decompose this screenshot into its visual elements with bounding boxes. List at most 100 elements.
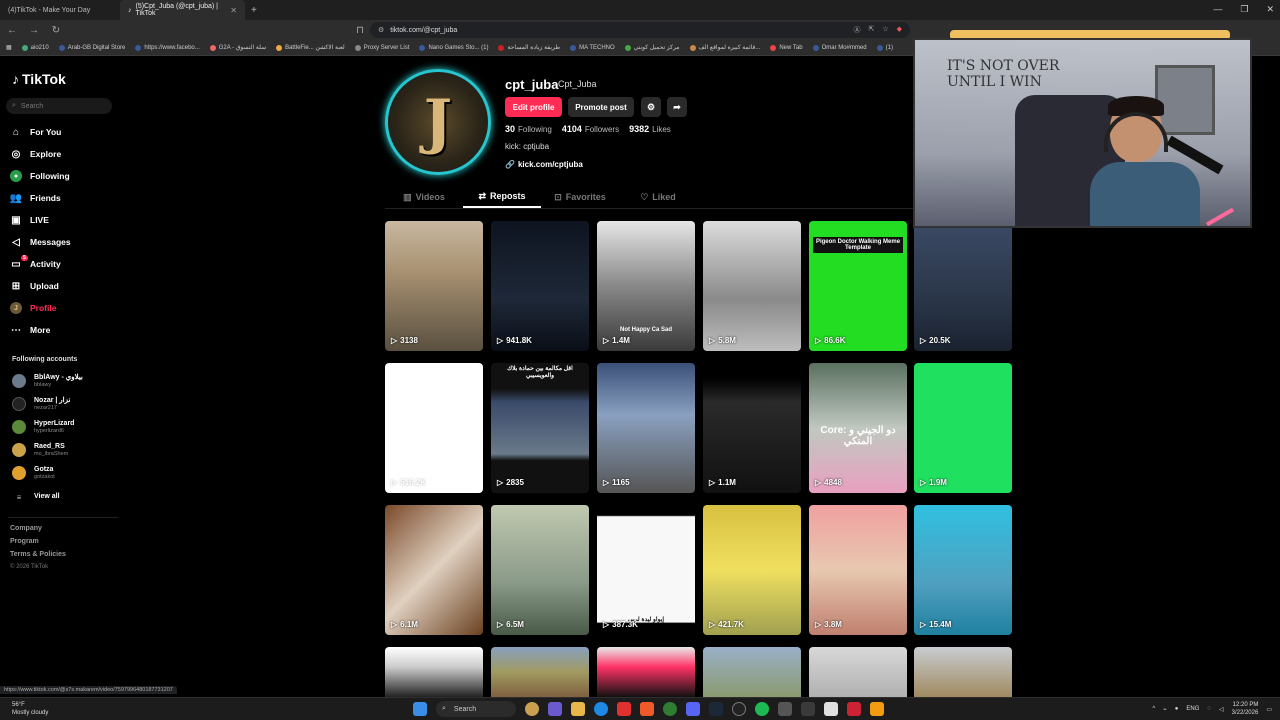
notification-icon[interactable]: ▭ — [1266, 706, 1272, 713]
bookmark-item[interactable]: G2A - سلة التسوق — [209, 44, 266, 51]
nav-friends[interactable]: 👥 Friends — [10, 190, 61, 206]
nav-messages[interactable]: ◁ Messages — [10, 234, 71, 250]
footer-program[interactable]: Program — [10, 538, 39, 545]
nav-explore[interactable]: ◎ Explore — [10, 146, 62, 162]
bookmark-item[interactable]: MA TECHNO — [570, 44, 615, 51]
video-tile[interactable] — [385, 647, 483, 697]
video-tile[interactable]: Not Happy Ca Sad ▷ 1.4M — [597, 221, 695, 351]
search-input[interactable]: ⌕ Search — [6, 98, 112, 114]
nav-live[interactable]: ▣ LIVE — [10, 212, 49, 228]
settings-icon[interactable]: ⚙ — [641, 97, 661, 117]
video-tile[interactable]: ▷ 3.8M — [809, 505, 907, 635]
video-tile[interactable]: اقل مكالمة بين حمادة بلاك والعويسيبي ▷ 283… — [491, 363, 589, 493]
network-icon[interactable]: ⌁ — [1163, 706, 1167, 713]
store-icon[interactable] — [617, 702, 631, 716]
bookmark-item[interactable]: Nano Games Sto... (1) — [419, 44, 488, 51]
tiktok-logo[interactable]: ♪ TikTok — [12, 71, 66, 87]
bookmark-item[interactable]: BattleFie... لعبة الاكشن — [276, 44, 345, 51]
url-bar[interactable]: ⚙ tiktok.com/@cpt_juba Ⓐ ⇱ ☆ ◆ — [370, 22, 910, 38]
edge-icon[interactable] — [594, 702, 608, 716]
video-tile[interactable]: إيواو ليدة لربي ▷ 387.3K — [597, 505, 695, 635]
bookmark-item[interactable]: Proxy Server List — [354, 44, 409, 51]
wifi-icon[interactable]: ◌ — [1207, 706, 1211, 712]
widget-icon[interactable] — [525, 702, 539, 716]
video-tile[interactable]: ▷ 6.5M — [491, 505, 589, 635]
video-tile[interactable]: ▷ 941.8K — [491, 221, 589, 351]
bookmark-item[interactable]: https://www.facebo... — [135, 44, 200, 51]
clock[interactable]: 12:20 PM 3/22/2026 — [1232, 701, 1259, 717]
nav-following[interactable]: ● Following — [10, 168, 70, 184]
xbox-icon[interactable] — [663, 702, 677, 716]
video-tile[interactable]: ▷ 5.8M — [703, 221, 801, 351]
footer-company[interactable]: Company — [10, 525, 42, 532]
browser-tab[interactable]: (4)TikTok - Make Your Day — [0, 0, 120, 20]
video-tile[interactable]: ▷ 15.4M — [914, 505, 1012, 635]
bookmark-item[interactable]: (1) — [876, 44, 893, 51]
tab-videos[interactable]: ▥ Videos — [385, 186, 463, 208]
chrome-icon[interactable] — [824, 702, 838, 716]
footer-terms[interactable]: Terms & Policies — [10, 551, 66, 558]
video-tile[interactable] — [914, 647, 1012, 697]
bookmark-item[interactable]: Arab-GB Digital Store — [58, 44, 125, 51]
close-window-icon[interactable]: ✕ — [1266, 4, 1274, 15]
windows-start-icon[interactable] — [413, 702, 427, 716]
share-profile-icon[interactable]: ➦ — [667, 97, 687, 117]
video-tile[interactable]: Core: دو الجيني و المنكي ▷ 4848 — [809, 363, 907, 493]
share-icon[interactable]: ⇱ — [868, 25, 874, 35]
video-tile[interactable]: ▷ 1165 — [597, 363, 695, 493]
copilot-icon[interactable] — [548, 702, 562, 716]
volume-icon[interactable]: ◁ — [1219, 706, 1224, 713]
video-tile[interactable]: ▷ 516.2K — [385, 363, 483, 493]
mic-icon[interactable]: ● — [1175, 706, 1179, 712]
close-tab-icon[interactable]: ✕ — [230, 6, 237, 15]
tray-chevron-icon[interactable]: ^ — [1152, 706, 1155, 712]
following-stat[interactable]: 30 Following — [505, 124, 552, 134]
following-account[interactable]: Gotza gotzakot — [12, 464, 55, 482]
bookmark-item[interactable]: مركز تحميل كوبتي — [624, 44, 680, 51]
following-account[interactable]: BblAwy - بيلاوي bblawy — [12, 372, 83, 390]
bookmark-item[interactable]: Omar Mo#mmed — [812, 44, 867, 51]
video-tile[interactable] — [703, 647, 801, 697]
video-tile[interactable]: ▷ 6.1M — [385, 505, 483, 635]
nav-upload[interactable]: ⊞ Upload — [10, 278, 59, 294]
video-tile[interactable] — [597, 647, 695, 697]
bookmark-item[interactable]: طريقة زيادة المساحة — [498, 44, 560, 51]
translate-icon[interactable]: Ⓐ — [853, 25, 860, 35]
tab-liked[interactable]: ♡ Liked — [619, 186, 697, 208]
nav-profile[interactable]: J Profile — [10, 300, 56, 316]
reload-icon[interactable]: ↻ — [50, 25, 62, 36]
brave-icon[interactable] — [640, 702, 654, 716]
app-icon[interactable] — [870, 702, 884, 716]
profile-avatar[interactable]: J — [385, 69, 491, 175]
weather-widget[interactable]: 56°F Mostly cloudy — [12, 701, 48, 717]
shield-icon[interactable]: ◆ — [897, 25, 902, 35]
taskbar-search[interactable]: ⌕ Search — [436, 701, 516, 717]
following-account[interactable]: HyperLizard hyperlizard6 — [12, 418, 74, 436]
maximize-icon[interactable]: ❐ — [1240, 4, 1248, 15]
video-tile[interactable]: ▷ 421.7K — [703, 505, 801, 635]
language-indicator[interactable]: ENG — [1186, 706, 1199, 712]
edit-profile-button[interactable]: Edit profile — [505, 97, 562, 117]
video-tile[interactable]: Pigeon Doctor Walking Meme Template ▷ 86.6… — [809, 221, 907, 351]
app-icon[interactable] — [801, 702, 815, 716]
bookmark-item[interactable]: aio210 — [21, 44, 49, 51]
tab-favorites[interactable]: ⊡ Favorites — [541, 186, 619, 208]
following-account[interactable]: Raed_RS mo_ibraShem — [12, 441, 68, 459]
profile-link[interactable]: 🔗 kick.com/cptjuba — [505, 160, 583, 169]
video-tile[interactable]: ▷ 1.9M — [914, 363, 1012, 493]
nav-activity[interactable]: ▭ 5 Activity — [10, 255, 61, 272]
obs-icon[interactable] — [732, 702, 746, 716]
file-explorer-icon[interactable] — [571, 702, 585, 716]
minimize-icon[interactable]: — — [1213, 4, 1222, 15]
nav-for-you[interactable]: ⌂ For You — [10, 124, 61, 140]
browser-tab-active[interactable]: ♪ (5)Cpt_Juba (@cpt_juba) | TikTok ✕ — [120, 0, 245, 20]
video-tile[interactable] — [491, 647, 589, 697]
tab-reposts[interactable]: ⇄ Reposts — [463, 186, 541, 208]
site-info-icon[interactable]: ⚙ — [378, 26, 384, 34]
back-icon[interactable]: ← — [6, 25, 18, 36]
video-tile[interactable]: ▷ 1.1M — [703, 363, 801, 493]
nav-more[interactable]: ⋯ More — [10, 322, 50, 338]
settings-icon[interactable] — [778, 702, 792, 716]
star-icon[interactable]: ☆ — [882, 25, 888, 35]
video-tile[interactable]: ▷ 3138 — [385, 221, 483, 351]
